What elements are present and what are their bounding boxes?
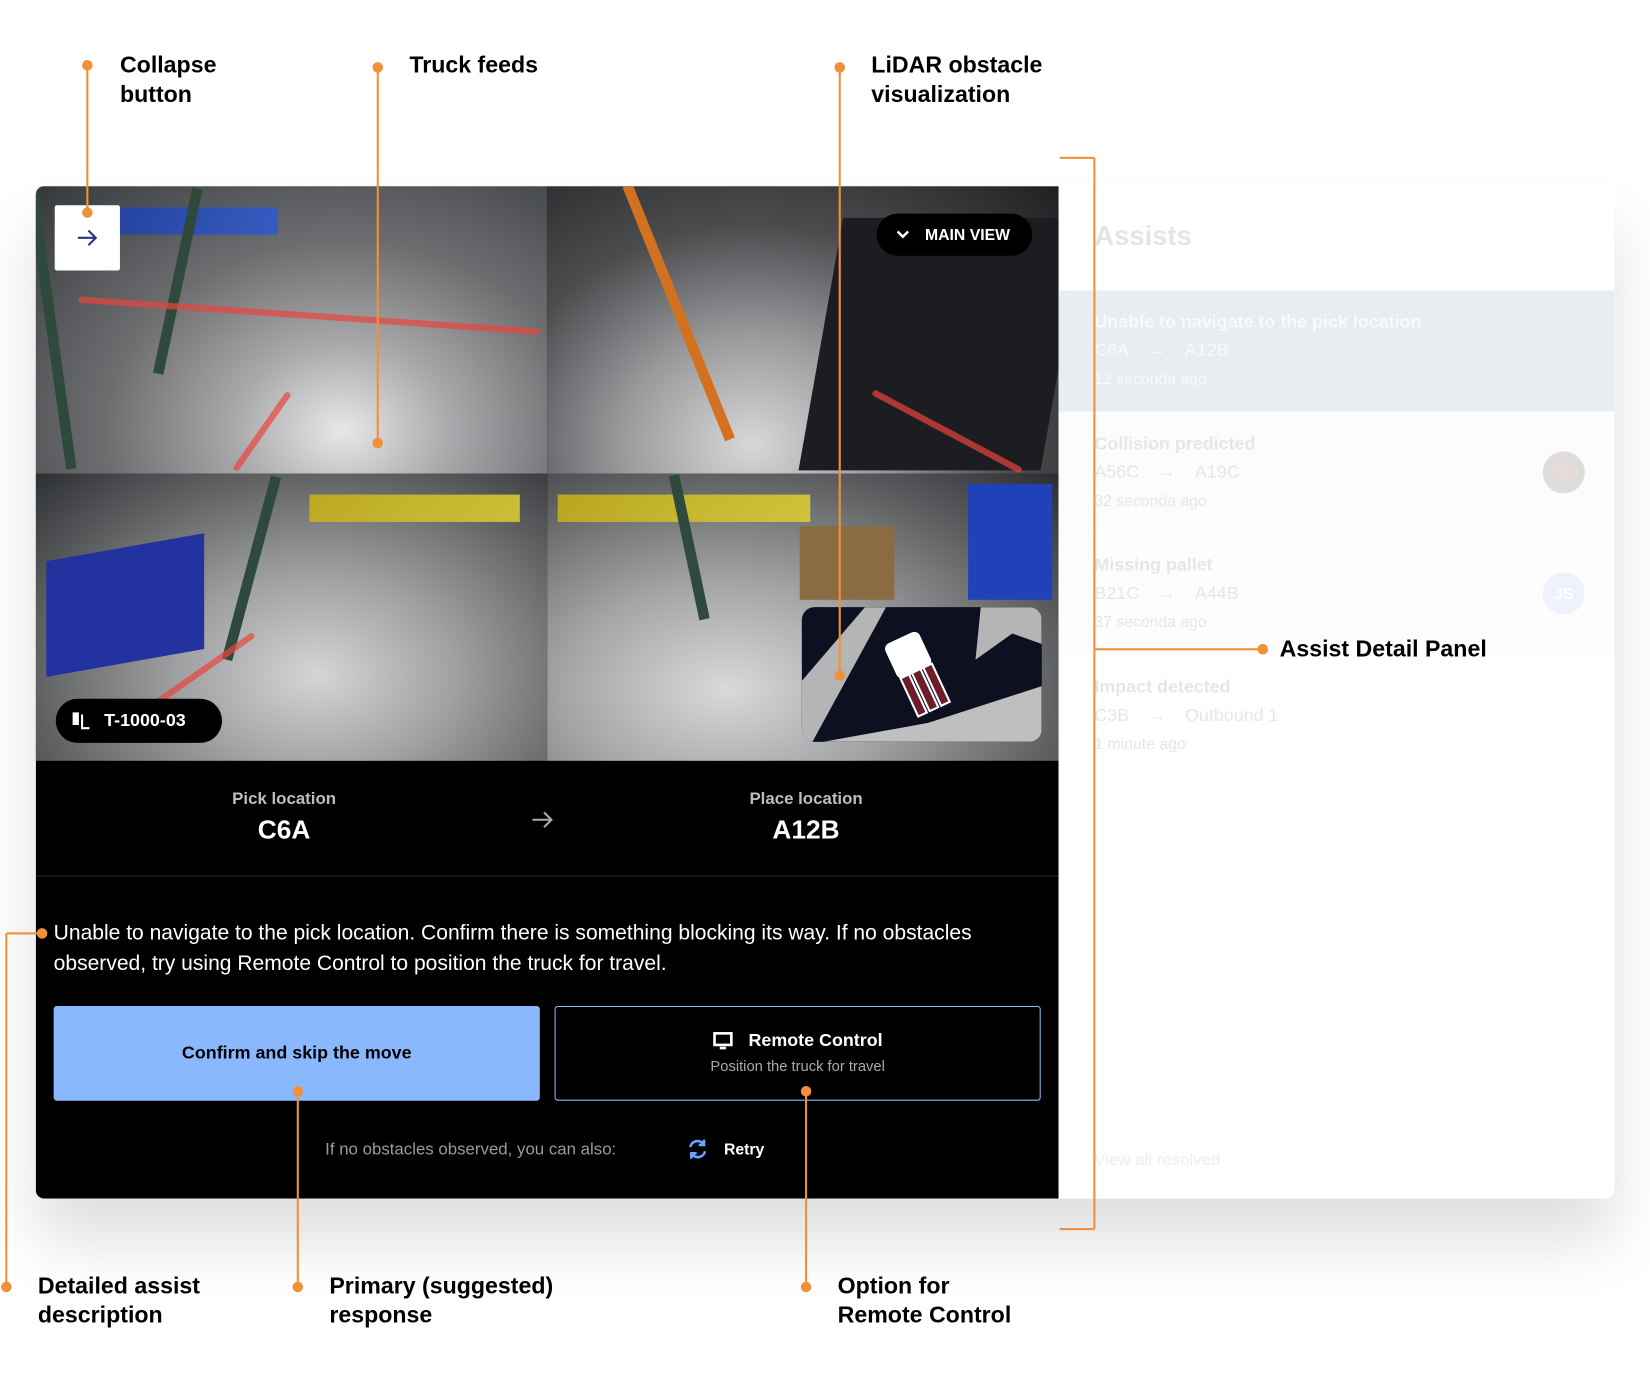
assist-list-item[interactable]: Impact detected C3B → Outbound 1 1 minute … (1059, 656, 1615, 777)
assist-to: A19C (1194, 461, 1240, 482)
annotation-collapse: Collapse button (119, 51, 217, 108)
annotation-primary: Primary (suggested) response (329, 1272, 554, 1329)
truck-id-badge: T-1000-03 (55, 698, 223, 743)
arrow-right-icon: → (1148, 339, 1167, 360)
place-location-label: Place location (749, 790, 863, 809)
assist-from: C3B (1094, 705, 1130, 726)
arrow-right-icon: → (1158, 582, 1176, 603)
assist-main-panel: MAIN VIEW T-1000-03 Pick location C6A Pl… (35, 186, 1059, 1199)
assist-window: MAIN VIEW T-1000-03 Pick location C6A Pl… (35, 186, 1615, 1199)
assist-list-item[interactable]: Collision predicted A56C → A19C 32 seconda… (1058, 412, 1615, 534)
monitor-icon (713, 1032, 733, 1050)
retry-label: Retry (723, 1140, 765, 1159)
remote-control-subtitle: Position the truck for travel (710, 1057, 885, 1075)
pick-location-value: C6A (257, 815, 311, 845)
sidebar-title: Assists (1094, 219, 1192, 252)
assist-to: A12B (1184, 339, 1229, 360)
avatar: JS (1542, 572, 1585, 615)
place-location-value: A12B (772, 815, 840, 845)
annotation-remote: Option for Remote Control (837, 1272, 1012, 1329)
retry-button[interactable]: Retry (686, 1138, 764, 1161)
arrow-right-icon (532, 811, 553, 828)
assist-time: 37 seconda ago (1094, 613, 1207, 632)
arrow-right-icon (77, 229, 98, 246)
remote-control-button[interactable]: Remote Control Position the truck for tr… (554, 1005, 1041, 1101)
view-selector-label: MAIN VIEW (924, 225, 1011, 244)
view-selector-dropdown[interactable]: MAIN VIEW (876, 213, 1033, 256)
assist-title: Unable to navigate to the pick location (1094, 311, 1422, 332)
annotation-panel: Assist Detail Panel (1279, 635, 1487, 662)
assist-title: Collision predicted (1094, 433, 1256, 454)
arrow-right-icon: → (1158, 461, 1176, 482)
assist-time: 12 seconda ago (1094, 370, 1207, 389)
forklift-icon (72, 712, 90, 730)
arrow-right-icon: → (1148, 705, 1167, 726)
assists-sidebar: Assists Unable to navigate to the pick l… (1058, 186, 1615, 1199)
refresh-icon (689, 1139, 707, 1159)
assist-description: Unable to navigate to the pick location.… (53, 921, 972, 976)
place-location: Place location A12B (648, 790, 964, 846)
pick-location: Pick location C6A (126, 790, 442, 846)
assist-title: Impact detected (1094, 676, 1231, 697)
alternative-prompt: If no obstacles observed, you can also: (325, 1140, 617, 1159)
chevron-down-icon (896, 230, 910, 239)
avatar (1542, 451, 1585, 494)
annotation-lidar: LiDAR obstacle visualization (871, 51, 1043, 108)
remote-control-title: Remote Control (748, 1030, 883, 1051)
assist-to: Outbound 1 (1184, 705, 1279, 726)
assist-time: 1 minute ago (1094, 735, 1186, 754)
assist-list-item[interactable]: Unable to navigate to the pick location … (1058, 290, 1615, 412)
assist-time: 32 seconda ago (1094, 492, 1207, 511)
assist-from: B21C (1094, 582, 1140, 603)
truck-id: T-1000-03 (104, 710, 186, 731)
assist-from: A56C (1094, 461, 1140, 482)
view-all-resolved-link[interactable]: View all resolved (1094, 1151, 1220, 1170)
annotation-description: Detailed assist description (37, 1272, 201, 1329)
annotation-feeds: Truck feeds (409, 51, 539, 78)
divider (35, 875, 1059, 877)
assist-title: Missing pallet (1094, 554, 1213, 575)
pick-location-label: Pick location (232, 790, 337, 809)
assist-to: A44B (1194, 582, 1239, 603)
assist-from: C6A (1094, 339, 1130, 360)
